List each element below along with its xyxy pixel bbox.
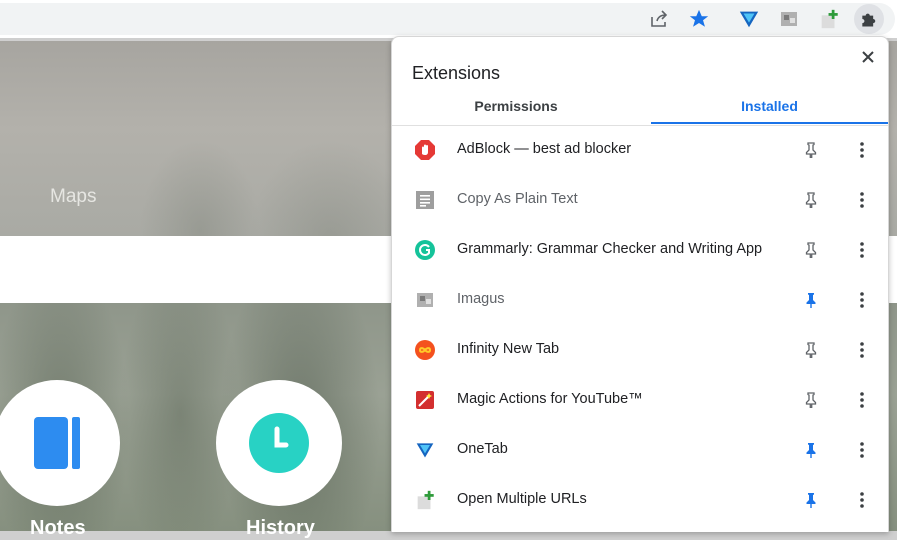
extension-name: OneTab — [457, 441, 508, 457]
pin-filled-icon — [806, 493, 816, 508]
more-options-button[interactable] — [850, 138, 874, 162]
pin-button-pinned[interactable] — [799, 488, 823, 512]
panel-title: Extensions — [412, 63, 501, 83]
magic-actions-icon — [414, 389, 436, 411]
grammarly-icon — [414, 239, 436, 261]
extension-row-imagus[interactable]: Imagus — [392, 275, 888, 325]
extension-name: Imagus — [457, 291, 505, 307]
pin-button[interactable] — [799, 338, 823, 362]
notes-icon — [34, 417, 80, 469]
pin-icon — [805, 392, 817, 408]
history-app-button[interactable] — [216, 380, 342, 506]
bookmark-star-icon[interactable] — [684, 4, 714, 34]
pin-button[interactable] — [799, 238, 823, 262]
more-options-button[interactable] — [850, 288, 874, 312]
pin-button-pinned[interactable] — [799, 438, 823, 462]
more-options-button[interactable] — [850, 238, 874, 262]
panel-tabs: Permissions Installed — [392, 89, 888, 125]
more-options-button[interactable] — [850, 488, 874, 512]
extension-name: Copy As Plain Text — [457, 191, 578, 207]
pin-filled-icon — [806, 443, 816, 458]
onetab-icon[interactable] — [734, 4, 764, 34]
adblock-icon — [414, 139, 436, 161]
more-vert-icon — [860, 442, 864, 458]
active-tab-indicator — [651, 122, 888, 124]
pin-button[interactable] — [799, 388, 823, 412]
notes-label: Notes — [30, 517, 86, 539]
more-vert-icon — [860, 492, 864, 508]
more-options-button[interactable] — [850, 338, 874, 362]
extension-name: Open Multiple URLs — [457, 491, 587, 507]
document-icon — [414, 189, 436, 211]
pin-icon — [805, 342, 817, 358]
extension-row-open-multiple-urls[interactable]: Open Multiple URLs — [392, 475, 888, 525]
more-options-button[interactable] — [850, 188, 874, 212]
extension-row-magic-actions[interactable]: Magic Actions for YouTube™ — [392, 375, 888, 425]
extension-name: Grammarly: Grammar Checker and Writing A… — [457, 241, 763, 257]
extension-name: AdBlock — best ad blocker — [457, 141, 632, 157]
more-options-button[interactable] — [850, 438, 874, 462]
imagus-icon[interactable] — [774, 4, 804, 34]
extensions-puzzle-icon[interactable] — [854, 4, 884, 34]
extension-row-adblock[interactable]: AdBlock — best ad blocker — [392, 125, 888, 175]
onetab-icon — [414, 439, 436, 461]
more-vert-icon — [860, 392, 864, 408]
extension-row-copy-as-plain-text[interactable]: Copy As Plain Text — [392, 175, 888, 225]
clock-icon — [249, 413, 309, 473]
pin-icon — [805, 242, 817, 258]
close-button[interactable] — [858, 47, 878, 67]
more-vert-icon — [860, 292, 864, 308]
more-vert-icon — [860, 242, 864, 258]
more-vert-icon — [860, 192, 864, 208]
pin-icon — [805, 192, 817, 208]
pin-filled-icon — [806, 293, 816, 308]
extensions-panel: Extensions Permissions Installed AdBlock… — [391, 36, 889, 532]
tab-permissions[interactable]: Permissions — [392, 89, 640, 123]
pin-button[interactable] — [799, 188, 823, 212]
tab-installed[interactable]: Installed — [651, 89, 888, 123]
extension-row-infinity-new-tab[interactable]: Infinity New Tab — [392, 325, 888, 375]
extension-name: Magic Actions for YouTube™ — [457, 391, 643, 407]
imagus-icon — [414, 289, 436, 311]
history-label: History — [246, 517, 315, 539]
extension-row-onetab[interactable]: OneTab — [392, 425, 888, 475]
close-icon — [862, 51, 874, 63]
extension-name: Infinity New Tab — [457, 341, 560, 357]
more-options-button[interactable] — [850, 388, 874, 412]
infinity-icon — [414, 339, 436, 361]
more-vert-icon — [860, 342, 864, 358]
pin-icon — [805, 142, 817, 158]
pin-button[interactable] — [799, 138, 823, 162]
browser-toolbar — [0, 0, 897, 38]
share-icon[interactable] — [644, 4, 674, 34]
open-multiple-urls-icon[interactable] — [814, 4, 844, 34]
pin-button-pinned[interactable] — [799, 288, 823, 312]
extension-row-grammarly[interactable]: Grammarly: Grammar Checker and Writing A… — [392, 225, 888, 275]
maps-label[interactable]: Maps — [50, 186, 96, 208]
open-multiple-urls-icon — [414, 489, 436, 511]
more-vert-icon — [860, 142, 864, 158]
